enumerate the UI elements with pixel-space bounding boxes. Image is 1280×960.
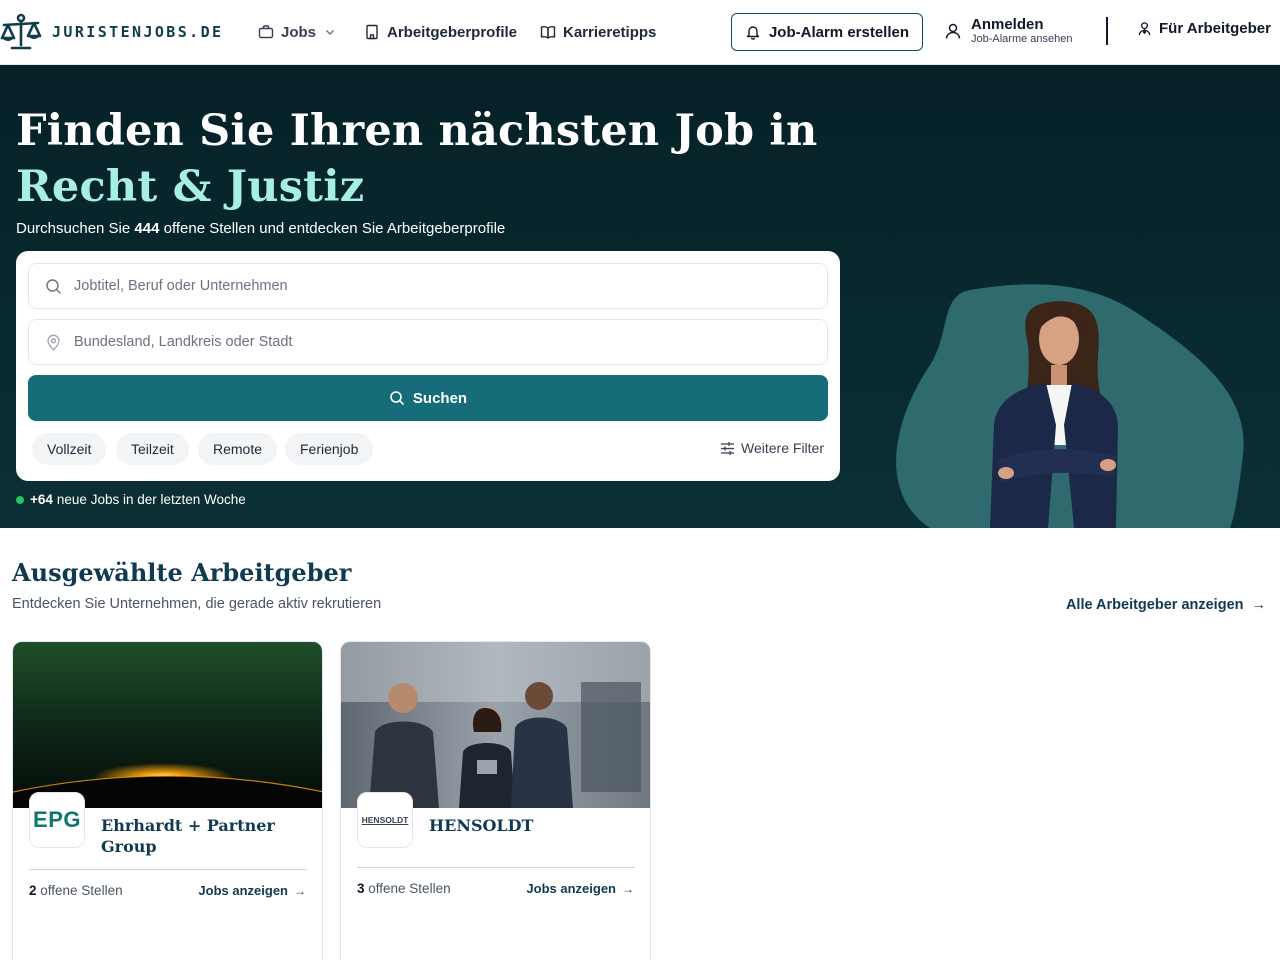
chevron-down-icon (326, 30, 335, 35)
site-header: JURISTENJOBS.DE Jobs Arbeitgeberprofile … (0, 0, 1280, 65)
location-search-field[interactable] (28, 319, 828, 365)
job-search-field[interactable] (28, 263, 828, 309)
search-icon (46, 278, 61, 294)
header-divider (1106, 17, 1108, 45)
bell-icon (746, 26, 760, 40)
filter-chip-parttime[interactable]: Teilzeit (116, 433, 189, 465)
filter-chip-fulltime[interactable]: Vollzeit (32, 433, 107, 465)
site-logo[interactable]: JURISTENJOBS.DE (0, 12, 223, 52)
search-card: Suchen Vollzeit Teilzeit Remote Ferienjo… (16, 251, 840, 481)
open-positions-number: 3 (357, 881, 365, 896)
hero-subtitle-suffix: offene Stellen und entdecken Sie Arbeitg… (159, 220, 506, 237)
nav-employer-profiles-label: Arbeitgeberprofile (387, 23, 518, 41)
employer-logo: EPG (29, 792, 85, 848)
all-employers-link[interactable]: Alle Arbeitgeber anzeigen → (1066, 597, 1266, 613)
nav-career-tips[interactable]: Karrieretipps (540, 20, 656, 44)
job-search-input[interactable] (74, 278, 774, 294)
nav-jobs-label: Jobs (281, 23, 317, 41)
building-icon (366, 24, 378, 40)
open-positions-number: 2 (29, 883, 37, 898)
arrow-right-icon: → (1251, 597, 1267, 613)
for-employers-link[interactable]: Für Arbeitgeber (1137, 20, 1271, 37)
hero-subtitle-prefix: Durchsuchen Sie (16, 220, 135, 237)
hero-subtitle: Durchsuchen Sie 444 offene Stellen und e… (16, 220, 505, 237)
login-label: Anmelden (971, 16, 1044, 33)
nav-employer-profiles[interactable]: Arbeitgeberprofile (364, 20, 517, 44)
new-jobs-text: neue Jobs in der letzten Woche (56, 492, 246, 507)
employers-section-title: Ausgewählte Arbeitgeber (12, 558, 352, 587)
job-alarm-button[interactable]: Job-Alarm erstellen (731, 13, 923, 51)
hero-title-accent: Recht & Justiz (16, 162, 365, 212)
more-filters-button[interactable]: Weitere Filter (720, 440, 824, 456)
briefcase-icon (258, 25, 274, 39)
open-positions-text: offene Stellen (36, 883, 123, 898)
status-dot (16, 495, 24, 504)
employer-card-epg[interactable]: EPG Ehrhardt + Partner Group 2 offene St… (12, 641, 323, 960)
card-divider (29, 869, 307, 870)
filter-chip-remote[interactable]: Remote (198, 433, 278, 465)
user-tie-icon (1138, 22, 1151, 36)
nav-career-tips-label: Karrieretipps (563, 23, 657, 41)
employer-cover-image (341, 642, 650, 808)
employer-logo: HENSOLDT (357, 792, 413, 848)
view-jobs-link[interactable]: Jobs anzeigen → (198, 883, 306, 898)
hero-title-line1: Finden Sie Ihren nächsten Job in (16, 106, 818, 156)
hero-illustration (896, 284, 1244, 528)
employers-section-subtitle: Entdecken Sie Unternehmen, die gerade ak… (12, 596, 382, 612)
book-icon (540, 26, 556, 39)
nav-jobs[interactable]: Jobs (258, 20, 336, 44)
hensoldt-logo-text: HENSOLDT (361, 815, 409, 825)
hero-title: Finden Sie Ihren nächsten Job in Recht &… (16, 103, 817, 215)
employer-cover-image (13, 642, 322, 808)
view-jobs-label: Jobs anzeigen (526, 881, 616, 896)
logo-text: JURISTENJOBS.DE (52, 23, 224, 41)
employer-name: Ehrhardt + Partner Group (101, 816, 275, 856)
scales-logo-icon (0, 13, 42, 50)
map-pin-icon (47, 334, 60, 351)
open-positions-text: offene Stellen (364, 881, 451, 896)
for-employers-label: Für Arbeitgeber (1159, 20, 1271, 37)
sliders-icon (721, 441, 735, 455)
search-icon (390, 391, 404, 406)
epg-logo-text: EPG (33, 807, 81, 832)
employer-name: HENSOLDT (429, 816, 534, 835)
card-divider (357, 867, 635, 868)
search-button-label: Suchen (412, 389, 468, 407)
location-search-input[interactable] (74, 334, 774, 350)
arrow-right-icon: → (294, 883, 306, 898)
login-button[interactable]: Anmelden Job-Alarme ansehen (944, 16, 1073, 46)
hero-section: Finden Sie Ihren nächsten Job in Recht &… (0, 65, 1280, 528)
new-jobs-count: +64 (30, 492, 53, 507)
user-icon (945, 23, 961, 39)
job-alarm-label: Job-Alarm erstellen (768, 23, 910, 41)
new-jobs-indicator: +64 neue Jobs in der letzten Woche (16, 492, 246, 507)
login-sub-label: Job-Alarme ansehen (971, 33, 1073, 45)
open-positions-label: 3 offene Stellen (357, 881, 451, 896)
filter-chip-holiday-job[interactable]: Ferienjob (285, 433, 374, 465)
view-jobs-label: Jobs anzeigen (198, 883, 288, 898)
search-button[interactable]: Suchen (28, 375, 828, 421)
open-positions-label: 2 offene Stellen (29, 883, 123, 898)
employer-card-hensoldt[interactable]: HENSOLDT HENSOLDT 3 offene Stellen Jobs … (340, 641, 651, 960)
view-jobs-link[interactable]: Jobs anzeigen → (526, 881, 634, 896)
more-filters-label: Weitere Filter (741, 440, 824, 456)
all-employers-label: Alle Arbeitgeber anzeigen (1065, 597, 1244, 613)
open-positions-count: 444 (134, 220, 160, 237)
arrow-right-icon: → (622, 881, 634, 896)
